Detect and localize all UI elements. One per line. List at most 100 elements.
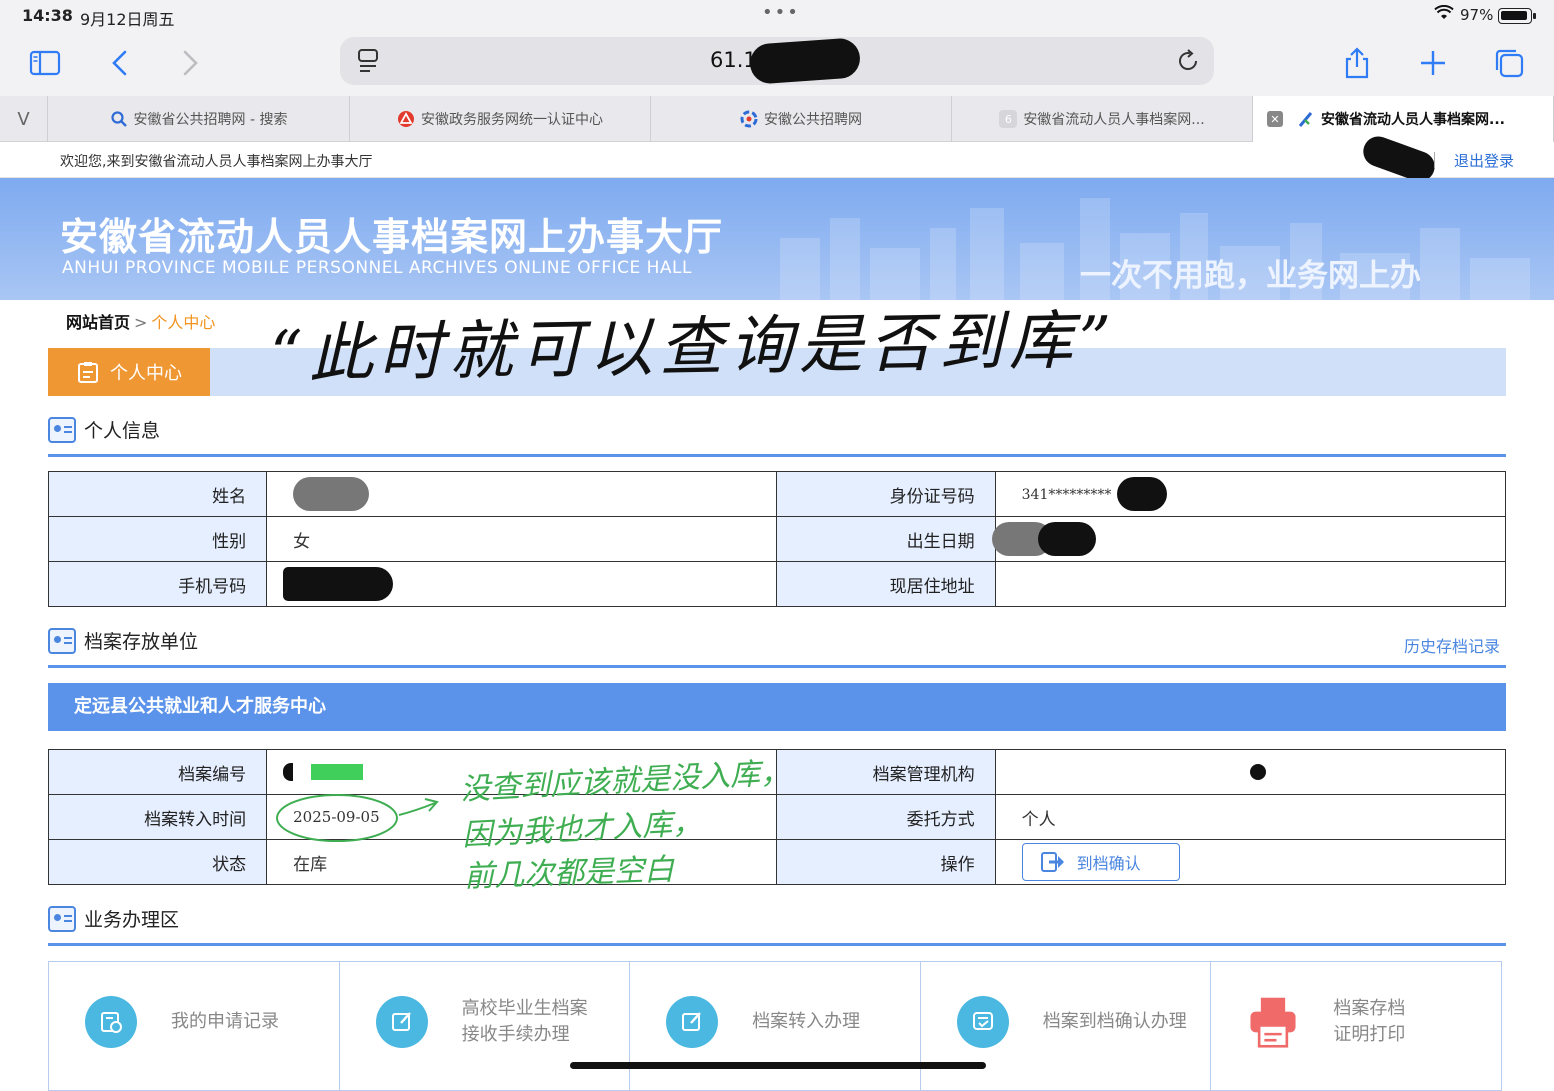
- service-archive-certificate[interactable]: 档案存档 证明打印: [1211, 962, 1501, 1090]
- handwritten-note-top: “此时就可以查询是否到库”: [269, 303, 1119, 393]
- service-archive-transfer[interactable]: 档案转入办理: [630, 962, 921, 1090]
- entrust-label: 委托方式: [776, 794, 996, 840]
- breadcrumb: 网站首页 > 个人中心: [66, 309, 215, 333]
- table-row: 手机号码 现居住地址: [47, 561, 1507, 607]
- gov-logo-icon: [398, 111, 414, 127]
- back-icon[interactable]: [104, 46, 138, 80]
- breadcrumb-home[interactable]: 网站首页: [66, 313, 130, 332]
- table-row: 姓名 身份证号码 341*********: [47, 471, 1507, 517]
- service-label-line1: 档案到档确认办理: [1042, 1011, 1187, 1032]
- service-label: 档案转入办理: [752, 1009, 860, 1035]
- multitask-dots-icon[interactable]: •••: [762, 2, 800, 23]
- wifi-icon: [1434, 5, 1454, 19]
- handwritten-note-green-3: 前几次都是空白: [463, 852, 675, 895]
- id-card-icon: [48, 627, 76, 654]
- status-date: 9月12日周五: [80, 10, 175, 29]
- reload-icon[interactable]: [1176, 49, 1200, 73]
- section-divider: [48, 454, 1506, 457]
- archive-org-bar: 定远县公共就业和人才服务中心: [48, 683, 1506, 731]
- tab-label: 安徽公共招聘网: [764, 112, 862, 128]
- phone-label: 手机号码: [47, 561, 268, 607]
- redaction-mark: [1037, 522, 1096, 556]
- service-my-applications[interactable]: 我的申请记录: [49, 962, 340, 1090]
- tab-search[interactable]: 安徽省公共招聘网 - 搜索: [48, 96, 350, 142]
- sidebar-icon[interactable]: [28, 46, 62, 80]
- page-menu-icon[interactable]: [356, 48, 380, 74]
- service-label-line2: 证明打印: [1333, 1024, 1406, 1045]
- tab-archive-active[interactable]: ✕ 安徽省流动人员人事档案网...: [1253, 96, 1554, 142]
- edit-icon: [375, 996, 428, 1048]
- address-label: 现居住地址: [776, 561, 996, 607]
- service-label-line1: 高校毕业生档案: [461, 998, 588, 1019]
- tab-label: 安徽省流动人员人事档案网...: [1321, 112, 1505, 128]
- service-label: 高校毕业生档案 接收手续办理: [462, 996, 588, 1048]
- forward-icon[interactable]: [172, 46, 206, 80]
- service-arrival-confirm[interactable]: 档案到档确认办理: [921, 962, 1212, 1090]
- tab-label: 安徽政务服务网统一认证中心: [421, 112, 603, 128]
- tab-label: 安徽省流动人员人事档案网...: [1023, 112, 1205, 128]
- service-label: 档案存档 证明打印: [1333, 996, 1405, 1048]
- tab-gov-auth[interactable]: 安徽政务服务网统一认证中心: [350, 96, 651, 142]
- new-tab-icon[interactable]: [1416, 46, 1450, 80]
- tab-recruit[interactable]: 安徽公共招聘网: [651, 96, 952, 142]
- status-bar: 14:38 9月12日周五 ••• 97%: [0, 0, 1554, 32]
- redaction-mark: [283, 763, 294, 781]
- tab-personal-center[interactable]: 个人中心: [48, 348, 210, 396]
- green-highlight-mark: [311, 764, 364, 780]
- redaction-mark: [1249, 764, 1266, 780]
- record-icon: [85, 996, 137, 1048]
- close-tab-icon[interactable]: ✕: [1267, 111, 1283, 127]
- section-title: 个人信息: [84, 420, 161, 442]
- state-label: 状态: [47, 839, 268, 885]
- id-card-icon: [48, 416, 76, 443]
- birth-label: 出生日期: [776, 516, 996, 562]
- birth-value: [991, 516, 1507, 562]
- personal-info-table: 姓名 身份证号码 341********* 性别 女 出生日期 手机号码 现居住…: [47, 471, 1507, 607]
- id-label: 身份证号码: [776, 471, 996, 517]
- archive-no-label: 档案编号: [47, 749, 268, 795]
- history-records-link[interactable]: 历史存档记录: [1404, 633, 1500, 657]
- section-heading: 业务办理区: [48, 905, 179, 932]
- op-label: 操作: [776, 839, 996, 885]
- id-card-icon: [48, 905, 76, 932]
- op-cell: 到档确认: [994, 839, 1507, 885]
- site-top-bar: 欢迎您,来到安徽省流动人员人事档案网上办事大厅 退出登录: [0, 132, 1554, 186]
- redaction-mark: [283, 567, 394, 601]
- redaction-mark: [293, 477, 370, 511]
- confirm-arrival-button[interactable]: 到档确认: [1021, 843, 1180, 881]
- name-label: 姓名: [47, 471, 268, 517]
- service-grid: 我的申请记录 高校毕业生档案 接收手续办理 档案转入办理 档案到档确认办理 档案存…: [48, 961, 1502, 1091]
- home-indicator[interactable]: [570, 1062, 986, 1069]
- checklist-icon: [956, 996, 1009, 1048]
- breadcrumb-current: 个人中心: [151, 313, 216, 332]
- handwritten-circle-arrow: [276, 794, 439, 842]
- service-graduate-archive[interactable]: 高校毕业生档案 接收手续办理: [340, 962, 631, 1090]
- banner-title: 安徽省流动人员人事档案网上办事大厅: [60, 215, 724, 259]
- battery-icon: [1498, 8, 1536, 24]
- tab-group-button[interactable]: V: [0, 96, 48, 142]
- tabs-overview-icon[interactable]: [1492, 46, 1526, 80]
- name-value: [266, 471, 778, 517]
- site-banner: 安徽省流动人员人事档案网上办事大厅 ANHUI PROVINCE MOBILE …: [0, 178, 1554, 300]
- feather-icon: [1298, 112, 1313, 127]
- mgmt-label: 档案管理机构: [776, 749, 996, 795]
- id-value: 341*********: [994, 471, 1507, 517]
- banner-slogan: 一次不用跑，业务网上办: [1080, 258, 1421, 294]
- printer-icon: [1247, 996, 1299, 1048]
- section-divider: [48, 943, 1506, 946]
- share-icon[interactable]: [1340, 46, 1374, 80]
- service-label: 档案到档确认办理: [1043, 1009, 1187, 1035]
- transfer-time-label: 档案转入时间: [47, 794, 268, 840]
- service-label-line1: 档案转入办理: [752, 1011, 861, 1032]
- service-label-line1: 档案存档: [1333, 998, 1406, 1019]
- address-value: [994, 561, 1507, 607]
- redaction-mark: [748, 37, 862, 85]
- table-row: 档案转入时间 2025-09-05 委托方式 个人: [47, 794, 1507, 842]
- address-bar[interactable]: 61.1: [340, 37, 1214, 85]
- number-6-icon: 6: [999, 110, 1018, 128]
- site-logo-icon: [740, 110, 758, 128]
- tab-archive-1[interactable]: 6 安徽省流动人员人事档案网...: [952, 96, 1253, 142]
- logout-link[interactable]: 退出登录: [1454, 150, 1514, 171]
- gender-label: 性别: [47, 516, 268, 562]
- entrust-value: 个人: [994, 794, 1507, 840]
